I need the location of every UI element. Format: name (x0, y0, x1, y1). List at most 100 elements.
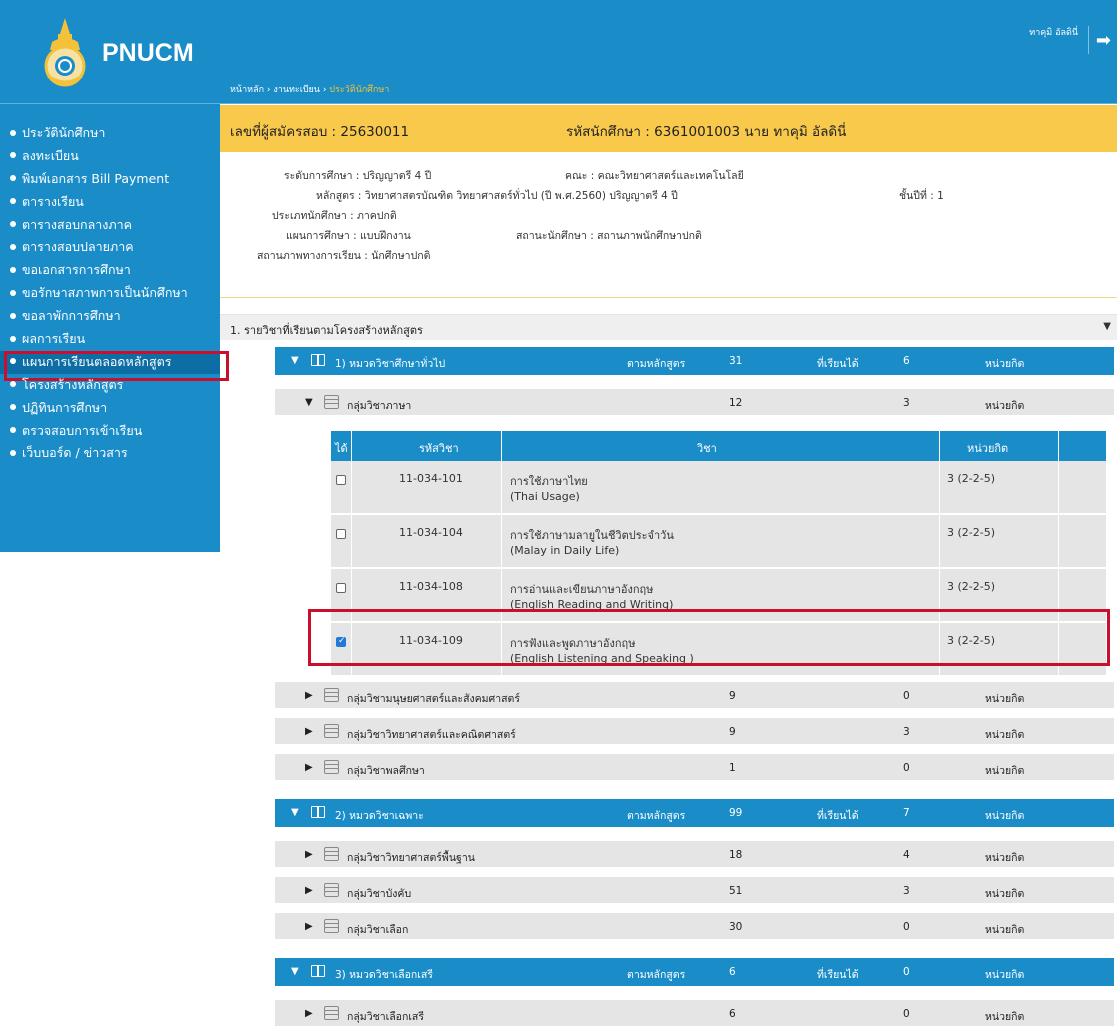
logo-area[interactable]: PNUCM (0, 0, 220, 104)
earned-credits: 6 (903, 355, 910, 367)
logout-arrow-icon[interactable]: ➡ (1096, 30, 1111, 51)
sidebar-item-label: ขอลาพักการศึกษา (22, 308, 121, 324)
sidebar-item-request-documents[interactable]: ขอเอกสารการศึกษา (0, 259, 220, 282)
sidebar-item-class-schedule[interactable]: ตารางเรียน (0, 191, 220, 214)
sidebar-nav: ประวัตินักศึกษา ลงทะเบียน พิมพ์เอกสาร Bi… (0, 104, 229, 465)
sidebar-item-academic-calendar[interactable]: ปฏิทินการศึกษา (0, 397, 220, 420)
breadcrumb-registration[interactable]: งานทะเบียน (273, 85, 320, 95)
study-plan: แผนการศึกษา : แบบฝึกงาน (286, 230, 411, 242)
sidebar-item-curriculum-structure[interactable]: โครงสร้างหลักสูตร (0, 374, 220, 397)
course-table-header: ได้ รหัสวิชา วิชา หน่วยกิต (331, 431, 1106, 461)
expand-arrow-icon[interactable]: ▶ (305, 849, 313, 860)
group-row[interactable]: ▶ กลุ่มวิชามนุษยศาสตร์และสังคมศาสตร์ 9 0… (275, 682, 1114, 710)
bullet-icon (10, 358, 16, 365)
group-name: กลุ่มวิชาเลือกเสรี (347, 1011, 424, 1023)
expand-arrow-icon[interactable]: ▶ (305, 885, 313, 896)
group-row[interactable]: ▼ กลุ่มวิชาภาษา 12 3 หน่วยกิต (275, 389, 1114, 417)
sidebar-item-label: พิมพ์เอกสาร Bill Payment (22, 170, 170, 186)
sidebar-item-label: ขอเอกสารการศึกษา (22, 262, 131, 278)
sidebar-item-leave-of-absence[interactable]: ขอลาพักการศึกษา (0, 305, 220, 328)
sidebar-item-midterm-schedule[interactable]: ตารางสอบกลางภาค (0, 214, 220, 237)
header-subject: วิชา (697, 442, 717, 455)
expand-arrow-icon[interactable]: ▶ (305, 1008, 313, 1019)
bullet-icon (10, 198, 16, 205)
course-checkbox[interactable] (336, 583, 346, 593)
course-name-en: (Malay in Daily Life) (510, 544, 620, 557)
expand-arrow-icon[interactable]: ▶ (305, 726, 313, 737)
expand-arrow-icon[interactable]: ▼ (291, 807, 299, 818)
sidebar-item-label: แผนการเรียนตลอดหลักสูตร (22, 353, 172, 369)
required-credits: 30 (729, 921, 743, 933)
table-row: 11-034-101 การใช้ภาษาไทย (Thai Usage) 3 … (331, 461, 1106, 515)
sidebar-item-registration[interactable]: ลงทะเบียน (0, 145, 220, 168)
group-name: กลุ่มวิชาภาษา (347, 400, 412, 412)
course-code: 11-034-104 (399, 526, 463, 539)
student-id-name: รหัสนักศึกษา : 6361001003 นาย ทาคุมิ อัล… (566, 124, 847, 140)
course-checkbox[interactable] (336, 475, 346, 485)
required-credits: 99 (729, 807, 743, 819)
group-row[interactable]: ▶ กลุ่มวิชาบังคับ 51 3 หน่วยกิต (275, 877, 1114, 905)
label-studied: ที่เรียนได้ (817, 810, 859, 822)
sidebar-item-attendance[interactable]: ตรวจสอบการเข้าเรียน (0, 420, 220, 443)
sidebar-item-study-plan[interactable]: แผนการเรียนตลอดหลักสูตร (0, 350, 229, 381)
bullet-icon (10, 243, 16, 250)
sidebar-item-label: ประวัตินักศึกษา (22, 125, 106, 140)
sidebar-item-maintain-status[interactable]: ขอรักษาสภาพการเป็นนักศึกษา (0, 282, 220, 305)
label-studied: ที่เรียนได้ (817, 358, 859, 370)
expand-arrow-icon[interactable]: ▶ (305, 762, 313, 773)
sidebar-item-student-profile[interactable]: ประวัตินักศึกษา (0, 122, 220, 145)
student-status: สถานะนักศึกษา : สถานภาพนักศึกษาปกติ (516, 230, 702, 242)
collapse-arrow-icon[interactable]: ▼ (1103, 321, 1111, 332)
sidebar-item-label: ตารางเรียน (22, 193, 84, 209)
expand-arrow-icon[interactable]: ▶ (305, 921, 313, 932)
group-row[interactable]: ▶ กลุ่มวิชาวิทยาศาสตร์พื้นฐาน 18 4 หน่วย… (275, 841, 1114, 869)
sidebar-item-label: ปฏิทินการศึกษา (22, 399, 108, 415)
label-credit: หน่วยกิต (985, 729, 1025, 741)
university-emblem-icon (34, 16, 96, 88)
breadcrumb-home[interactable]: หน้าหลัก (230, 85, 264, 95)
sidebar-item-final-schedule[interactable]: ตารางสอบปลายภาค (0, 236, 220, 259)
category-row[interactable]: ▼ 3) หมวดวิชาเลือกเสรี ตามหลักสูตร 6 ที่… (275, 958, 1114, 986)
header-credit: หน่วยกิต (967, 442, 1009, 455)
layers-icon (323, 847, 341, 861)
sidebar-item-label: ขอรักษาสภาพการเป็นนักศึกษา (22, 285, 188, 301)
layers-icon (323, 883, 341, 897)
group-row[interactable]: ▶ กลุ่มวิชาเลือก 30 0 หน่วยกิต (275, 913, 1114, 941)
study-status: สถานภาพทางการเรียน : นักศึกษาปกติ (257, 250, 431, 262)
bullet-icon (10, 152, 16, 159)
category-row[interactable]: ▼ 2) หมวดวิชาเฉพาะ ตามหลักสูตร 99 ที่เรี… (275, 799, 1114, 827)
group-row[interactable]: ▶ กลุ่มวิชาพลศึกษา 1 0 หน่วยกิต (275, 754, 1114, 782)
label-credit: หน่วยกิต (985, 969, 1025, 981)
category-name: 1) หมวดวิชาศึกษาทั่วไป (335, 358, 446, 370)
bullet-icon (10, 312, 16, 319)
top-bar: หน้าหลัก › งานทะเบียน › ประวัตินักศึกษา … (220, 0, 1117, 104)
course-name-th: การใช้ภาษาไทย (510, 475, 588, 488)
required-credits: 6 (729, 966, 736, 978)
curriculum-section-header[interactable]: 1. รายวิชาที่เรียนตามโครงสร้างหลักสูตร ▼ (220, 314, 1117, 340)
layers-icon (323, 395, 341, 409)
expand-arrow-icon[interactable]: ▼ (305, 397, 313, 408)
program: หลักสูตร : วิทยาศาสตรบัณฑิต วิทยาศาสตร์ท… (316, 190, 678, 202)
student-type: ประเภทนักศึกษา : ภาคปกติ (272, 210, 397, 222)
highlight-box (308, 609, 1110, 666)
course-credit: 3 (2-2-5) (947, 526, 996, 539)
label-credit: หน่วยกิต (985, 852, 1025, 864)
sidebar-item-webboard[interactable]: เว็บบอร์ด / ข่าวสาร (0, 442, 220, 465)
sidebar-item-grades[interactable]: ผลการเรียน (0, 328, 220, 351)
expand-arrow-icon[interactable]: ▼ (291, 355, 299, 366)
group-row[interactable]: ▶ กลุ่มวิชาเลือกเสรี 6 0 หน่วยกิต (275, 1000, 1114, 1028)
category-name: 3) หมวดวิชาเลือกเสรี (335, 969, 433, 981)
course-checkbox[interactable] (336, 529, 346, 539)
section-title: 1. รายวิชาที่เรียนตามโครงสร้างหลักสูตร (230, 324, 423, 337)
expand-arrow-icon[interactable]: ▶ (305, 690, 313, 701)
category-row[interactable]: ▼ 1) หมวดวิชาศึกษาทั่วไป ตามหลักสูตร 31 … (275, 347, 1114, 375)
bullet-icon (10, 449, 16, 456)
sidebar-item-label: โครงสร้างหลักสูตร (22, 376, 124, 392)
expand-arrow-icon[interactable]: ▼ (291, 966, 299, 977)
group-row[interactable]: ▶ กลุ่มวิชาวิทยาศาสตร์และคณิตศาสตร์ 9 3 … (275, 718, 1114, 746)
bullet-icon (10, 129, 16, 136)
year-level: ชั้นปีที่ : 1 (899, 190, 944, 202)
bullet-icon (10, 175, 16, 182)
required-credits: 51 (729, 885, 743, 897)
sidebar-item-bill-payment[interactable]: พิมพ์เอกสาร Bill Payment (0, 168, 220, 191)
